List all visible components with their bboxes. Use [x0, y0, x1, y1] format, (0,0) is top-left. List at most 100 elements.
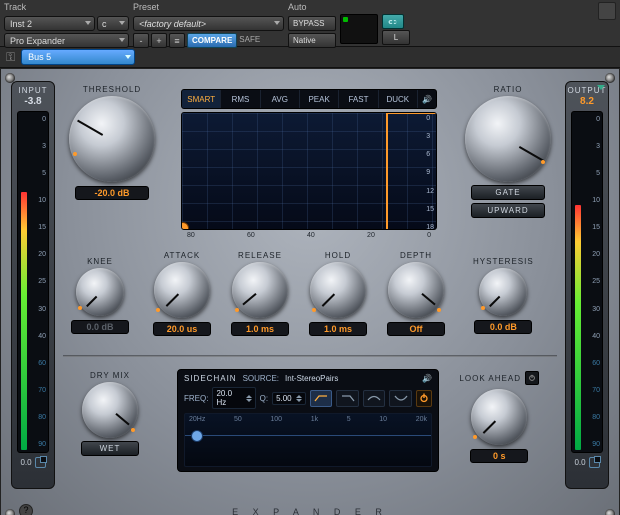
threshold-readout[interactable]: -20.0 dB: [75, 186, 149, 200]
lookahead-header: LOOK AHEAD: [459, 371, 539, 385]
sidechain-filter-graph[interactable]: 20Hz 50 100 1k 5 10 20k: [184, 413, 432, 467]
mode-smart-tab[interactable]: SMART: [182, 90, 221, 108]
link-channel-button[interactable]: L: [382, 30, 410, 45]
sidechain-listen-icon[interactable]: 🔊: [422, 374, 432, 383]
mode-peak-tab[interactable]: PEAK: [300, 90, 339, 108]
link-icon[interactable]: [382, 14, 404, 29]
hold-label: HOLD: [325, 251, 351, 260]
hint-icon[interactable]: ?: [19, 504, 33, 515]
lookahead-knob[interactable]: [471, 389, 527, 445]
sidechain-filter-power-button[interactable]: [416, 390, 432, 407]
mode-rms-tab[interactable]: RMS: [221, 90, 260, 108]
gate-button[interactable]: GATE: [471, 185, 545, 200]
input-level-bar: [21, 192, 27, 450]
hysteresis-section: HYSTERESIS 0.0 dB: [473, 257, 534, 334]
lookahead-readout[interactable]: 0 s: [470, 449, 528, 463]
attack-readout[interactable]: 20.0 us: [153, 322, 211, 336]
hysteresis-knob[interactable]: [479, 268, 527, 316]
preset-next-button[interactable]: +: [151, 33, 167, 48]
upward-button[interactable]: UPWARD: [471, 203, 545, 218]
graph-y-ticks: 0 3 6 9 12 15 18: [426, 113, 434, 230]
mode-fast-tab[interactable]: FAST: [339, 90, 378, 108]
knee-label: KNEE: [87, 257, 113, 266]
knob-indicator: [541, 160, 545, 164]
freq-spinner[interactable]: [246, 395, 252, 402]
plugin-name-label: E X P A N D E R: [1, 507, 619, 515]
output-menu-arrow-icon[interactable]: [597, 85, 605, 90]
preset-column: Preset <factory default> - + ≡ COMPARE S…: [133, 2, 284, 48]
drymix-knob[interactable]: [82, 382, 138, 438]
input-meter-title: INPUT: [12, 86, 54, 95]
bypass-button[interactable]: BYPASS: [288, 16, 336, 31]
filter-notch-button[interactable]: [389, 390, 412, 407]
track-channel-dropdown[interactable]: c: [97, 16, 129, 31]
output-meter-scale: 0 3 5 10 15 20 25 30 40 60 70 80 90: [582, 112, 600, 452]
knee-readout[interactable]: 0.0 dB: [71, 320, 129, 334]
mode-avg-tab[interactable]: AVG: [261, 90, 300, 108]
lookahead-section: LOOK AHEAD 0 s: [459, 371, 539, 463]
auto-label: Auto: [288, 2, 336, 14]
output-level-bar: [575, 205, 581, 450]
menu-icon: ≡: [174, 36, 179, 46]
sidechain-x-ticks: 20Hz 50 100 1k 5 10 20k: [189, 416, 427, 423]
output-meter: OUTPUT 8.2 0 3 5 10 15 20 25 30 40 60 70…: [565, 81, 609, 489]
mode-duck-tab[interactable]: DUCK: [379, 90, 418, 108]
detection-graph-section: SMART RMS AVG PEAK FAST DUCK 🔊 0 3 6 9 1…: [181, 89, 437, 239]
preset-menu-button[interactable]: ≡: [169, 33, 185, 48]
preset-dropdown[interactable]: <factory default>: [133, 16, 284, 31]
auto-column: Auto BYPASS Native: [288, 2, 336, 48]
sidechain-curve: [185, 435, 431, 436]
threshold-section: THRESHOLD -20.0 dB: [69, 85, 155, 200]
window-menu-button[interactable]: [598, 2, 616, 20]
q-spinner[interactable]: [296, 395, 302, 402]
attack-knob[interactable]: [154, 262, 210, 318]
sidechain-source-value[interactable]: Int-StereoPairs: [285, 374, 338, 383]
safe-label: SAFE: [239, 33, 260, 46]
preset-label: Preset: [133, 2, 284, 14]
sidechain-handle[interactable]: [191, 430, 203, 442]
listen-icon[interactable]: 🔊: [418, 90, 436, 108]
freq-value-field[interactable]: 20.0 Hz: [212, 387, 255, 409]
depth-label: DEPTH: [400, 251, 432, 260]
depth-knob[interactable]: [388, 262, 444, 318]
popup-icon[interactable]: [589, 457, 600, 468]
attack-section: ATTACK 20.0 us: [153, 251, 211, 336]
threshold-label: THRESHOLD: [83, 85, 141, 94]
sidechain-bus-text: Bus 5: [28, 52, 51, 62]
release-readout[interactable]: 1.0 ms: [231, 322, 289, 336]
preset-prev-button[interactable]: -: [133, 33, 149, 48]
popup-icon[interactable]: [35, 457, 46, 468]
gain-curve-graph[interactable]: 0 3 6 9 12 15 18: [181, 112, 437, 230]
release-knob[interactable]: [232, 262, 288, 318]
filter-lowpass-button[interactable]: [336, 390, 359, 407]
lookahead-label: LOOK AHEAD: [459, 374, 521, 383]
knee-section: KNEE 0.0 dB: [71, 257, 129, 334]
knee-knob[interactable]: [76, 268, 124, 316]
preset-name: <factory default>: [139, 19, 206, 29]
plugin-slot-dropdown[interactable]: Pro Expander: [4, 33, 129, 48]
drymix-section: DRY MIX WET: [81, 371, 139, 456]
freq-label: FREQ:: [184, 394, 208, 403]
ratio-knob[interactable]: [465, 96, 551, 182]
native-button[interactable]: Native: [288, 33, 336, 48]
filter-highpass-button[interactable]: [310, 390, 333, 407]
hold-readout[interactable]: 1.0 ms: [309, 322, 367, 336]
automation-display[interactable]: [340, 14, 378, 44]
q-value-field[interactable]: 5.00: [272, 392, 306, 405]
wet-button[interactable]: WET: [81, 441, 139, 456]
hysteresis-label: HYSTERESIS: [473, 257, 534, 266]
plugin-slot-text: Pro Expander: [10, 36, 65, 46]
filter-bandpass-button[interactable]: [363, 390, 386, 407]
hysteresis-readout[interactable]: 0.0 dB: [474, 320, 532, 334]
threshold-knob[interactable]: [69, 96, 155, 182]
lookahead-power-button[interactable]: [525, 371, 539, 385]
track-instrument-dropdown[interactable]: Inst 2: [4, 16, 95, 31]
input-trim-value: 0.0: [20, 458, 31, 467]
sidechain-title: SIDECHAIN: [184, 374, 237, 383]
depth-readout[interactable]: Off: [387, 322, 445, 336]
drymix-label: DRY MIX: [90, 371, 130, 380]
compare-button[interactable]: COMPARE: [187, 33, 237, 48]
hold-knob[interactable]: [310, 262, 366, 318]
input-meter-value: -3.8: [12, 96, 54, 107]
sidechain-bus-dropdown[interactable]: Bus 5: [21, 49, 135, 65]
